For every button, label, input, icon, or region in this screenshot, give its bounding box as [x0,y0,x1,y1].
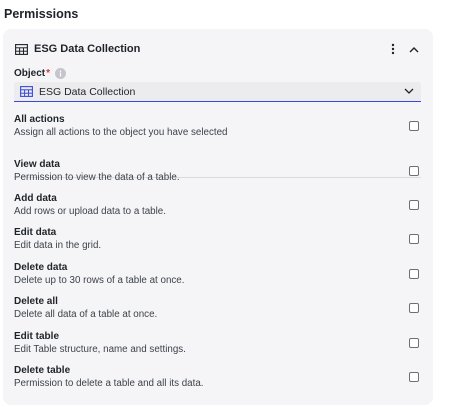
info-icon[interactable] [55,68,67,79]
permission-title: View data [14,159,60,170]
view-data-checkbox[interactable] [409,166,419,176]
table-icon [20,86,33,97]
permission-description: Permission to delete a table and all its… [14,378,204,389]
permission-description: Permission to view the data of a table. [14,172,180,183]
permission-description: Delete all data of a table at once. [14,309,158,320]
permission-row-delete-all: Delete all Delete all data of a table at… [14,294,421,322]
delete-all-checkbox[interactable] [409,303,419,313]
all-actions-description: Assign all actions to the object you hav… [14,127,228,138]
kebab-icon[interactable] [386,42,400,56]
permission-title: Delete table [14,365,71,376]
required-mark: * [46,68,51,79]
permission-description: Add rows or upload data to a table. [14,206,166,217]
delete-data-checkbox[interactable] [409,269,419,279]
edit-data-checkbox[interactable] [409,234,419,244]
card-title: ESG Data Collection [34,43,141,55]
permission-title: Add data [14,193,57,204]
chevron-down-icon[interactable] [403,86,415,98]
object-field-label: Object * [14,68,67,79]
chevron-up-icon[interactable] [407,42,421,56]
permission-title: Delete all [14,296,58,307]
all-actions-title: All actions [14,114,65,125]
object-select-value: ESG Data Collection [39,85,136,98]
permission-row-delete-data: Delete data Delete up to 30 rows of a ta… [14,260,421,288]
delete-table-checkbox[interactable] [409,372,419,382]
card-header: ESG Data Collection [15,41,421,57]
all-actions-checkbox[interactable] [409,121,419,131]
object-select[interactable]: ESG Data Collection [14,82,421,102]
permission-row-edit-data: Edit data Edit data in the grid. [14,225,421,253]
section-title: Permissions [4,7,79,21]
add-data-checkbox[interactable] [409,200,419,210]
permission-row-edit-table: Edit table Edit Table structure, name an… [14,329,421,357]
table-icon [15,43,28,55]
permission-row-add-data: Add data Add rows or upload data to a ta… [14,191,421,219]
permission-description: Delete up to 30 rows of a table at once. [14,275,185,286]
permission-title: Edit table [14,331,60,342]
permission-title: Edit data [14,227,57,238]
permission-row-view-data: View data Permission to view the data of… [14,157,421,185]
permission-title: Delete data [14,262,68,273]
object-label-text: Object [14,68,46,79]
permission-row-delete-table: Delete table Permission to delete a tabl… [14,363,421,391]
permission-description: Edit Table structure, name and settings. [14,344,186,355]
edit-table-checkbox[interactable] [409,338,419,348]
permission-description: Edit data in the grid. [14,240,102,251]
permission-card: ESG Data Collection Object * ESG Data Co… [3,29,433,405]
all-actions-row: All actions Assign all actions to the ob… [14,112,421,140]
